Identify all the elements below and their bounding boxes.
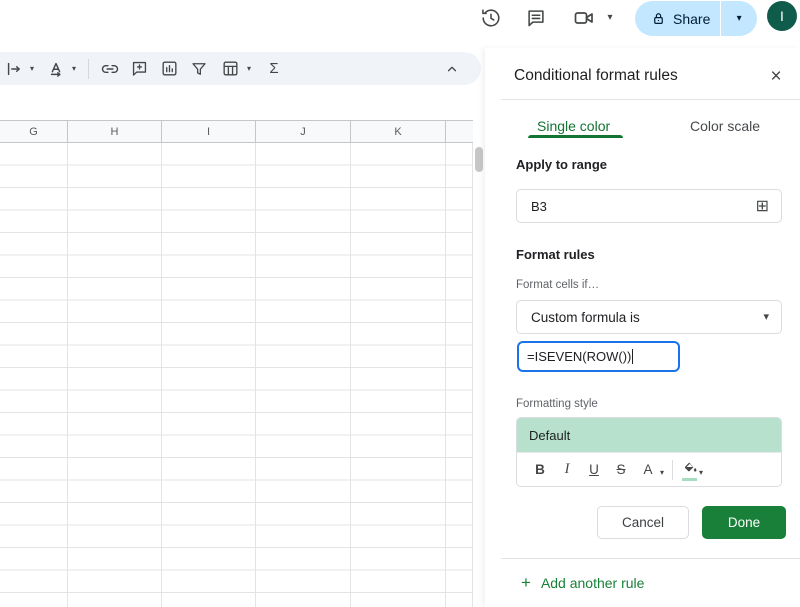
version-history-icon[interactable] <box>478 5 504 31</box>
add-rule-label: Add another rule <box>541 575 645 591</box>
tab-single-color[interactable]: Single color <box>537 118 610 134</box>
style-toolbar: B I U S A ▾ ▾ <box>517 452 781 486</box>
condition-value: Custom formula is <box>531 310 763 325</box>
spreadsheet-grid: G H I J K <box>0 120 473 607</box>
style-preview: Default <box>517 418 781 452</box>
table-views-icon[interactable] <box>218 56 242 82</box>
share-caret-button[interactable]: ▾ <box>721 14 757 24</box>
conditional-format-panel: Conditional format rules × Single color … <box>485 48 800 607</box>
grid-cells[interactable] <box>0 143 473 607</box>
dropdown-caret-icon: ▾ <box>763 312 769 323</box>
insert-comment-icon[interactable] <box>124 56 154 82</box>
bold-button[interactable]: B <box>529 458 551 482</box>
account-avatar[interactable]: I <box>767 1 797 31</box>
column-header-i[interactable]: I <box>162 121 256 142</box>
insert-link-icon[interactable] <box>96 56 124 82</box>
column-header-j[interactable]: J <box>256 121 351 142</box>
formula-value: =ISEVEN(ROW()) <box>527 349 631 364</box>
insert-chart-icon[interactable] <box>154 56 184 82</box>
underline-button[interactable]: U <box>583 458 605 482</box>
text-cursor <box>632 349 633 364</box>
lock-icon <box>651 11 666 26</box>
fill-color-swatch <box>682 478 697 481</box>
fill-color-button[interactable] <box>681 458 699 482</box>
column-headers: G H I J K <box>0 120 473 143</box>
toolbar-divider <box>88 59 89 79</box>
tab-color-scale[interactable]: Color scale <box>690 118 760 134</box>
video-call-caret-icon[interactable]: ▾ <box>602 5 618 31</box>
text-wrapping-icon[interactable] <box>3 56 25 82</box>
italic-button[interactable]: I <box>556 458 578 482</box>
collapse-toolbar-icon[interactable] <box>439 56 465 82</box>
strikethrough-button[interactable]: S <box>610 458 632 482</box>
functions-icon[interactable]: Σ <box>260 56 288 82</box>
style-toolbar-divider <box>672 460 673 480</box>
text-wrapping-caret-icon[interactable]: ▾ <box>25 56 39 82</box>
avatar-letter: I <box>780 8 784 24</box>
column-header-partial[interactable] <box>446 121 473 142</box>
comment-history-icon[interactable] <box>523 5 549 31</box>
grid-vline <box>255 143 256 607</box>
plus-icon: + <box>521 574 531 591</box>
table-views-caret-icon[interactable]: ▾ <box>242 56 256 82</box>
paint-bucket-icon <box>683 460 698 475</box>
video-call-icon[interactable] <box>571 5 597 31</box>
range-input[interactable]: B3 ⊞ <box>516 189 782 223</box>
app-bar: ▾ Share ▾ I <box>0 0 800 48</box>
grid-vline <box>472 143 473 607</box>
grid-vline <box>161 143 162 607</box>
vertical-scrollbar[interactable] <box>475 147 483 172</box>
cancel-button[interactable]: Cancel <box>597 506 689 539</box>
text-color-button[interactable]: A <box>637 458 659 482</box>
fill-color-caret-icon[interactable]: ▾ <box>699 468 703 477</box>
create-filter-icon[interactable] <box>184 56 214 82</box>
text-rotation-icon[interactable] <box>45 56 67 82</box>
text-rotation-caret-icon[interactable]: ▾ <box>67 56 81 82</box>
range-value: B3 <box>531 199 756 214</box>
share-label: Share <box>673 11 710 27</box>
format-rules-heading: Format rules <box>516 247 595 262</box>
add-another-rule-button[interactable]: + Add another rule <box>521 574 644 591</box>
done-button[interactable]: Done <box>702 506 786 539</box>
select-data-range-icon[interactable]: ⊞ <box>756 196 769 216</box>
custom-formula-input[interactable]: =ISEVEN(ROW()) <box>517 341 680 372</box>
grid-vline <box>350 143 351 607</box>
toolbar: ▾ ▾ <box>0 52 481 85</box>
panel-title: Conditional format rules <box>514 67 678 85</box>
apply-to-range-label: Apply to range <box>516 157 607 172</box>
format-cells-if-label: Format cells if… <box>516 279 599 291</box>
panel-divider-bottom <box>501 558 800 559</box>
close-icon[interactable]: × <box>764 65 788 89</box>
grid-vline <box>445 143 446 607</box>
share-button-group: Share ▾ <box>635 1 757 36</box>
active-tab-underline <box>528 135 623 138</box>
text-color-caret-icon[interactable]: ▾ <box>660 468 664 477</box>
panel-divider <box>501 99 800 100</box>
column-header-k[interactable]: K <box>351 121 446 142</box>
share-button[interactable]: Share <box>635 1 720 36</box>
condition-dropdown[interactable]: Custom formula is ▾ <box>516 300 782 334</box>
column-header-g[interactable]: G <box>0 121 68 142</box>
column-header-h[interactable]: H <box>68 121 162 142</box>
formatting-style-label: Formatting style <box>516 398 598 410</box>
grid-vline <box>67 143 68 607</box>
formatting-style-box: Default B I U S A ▾ ▾ <box>516 417 782 487</box>
sheets-app: ▾ Share ▾ I <box>0 0 800 607</box>
